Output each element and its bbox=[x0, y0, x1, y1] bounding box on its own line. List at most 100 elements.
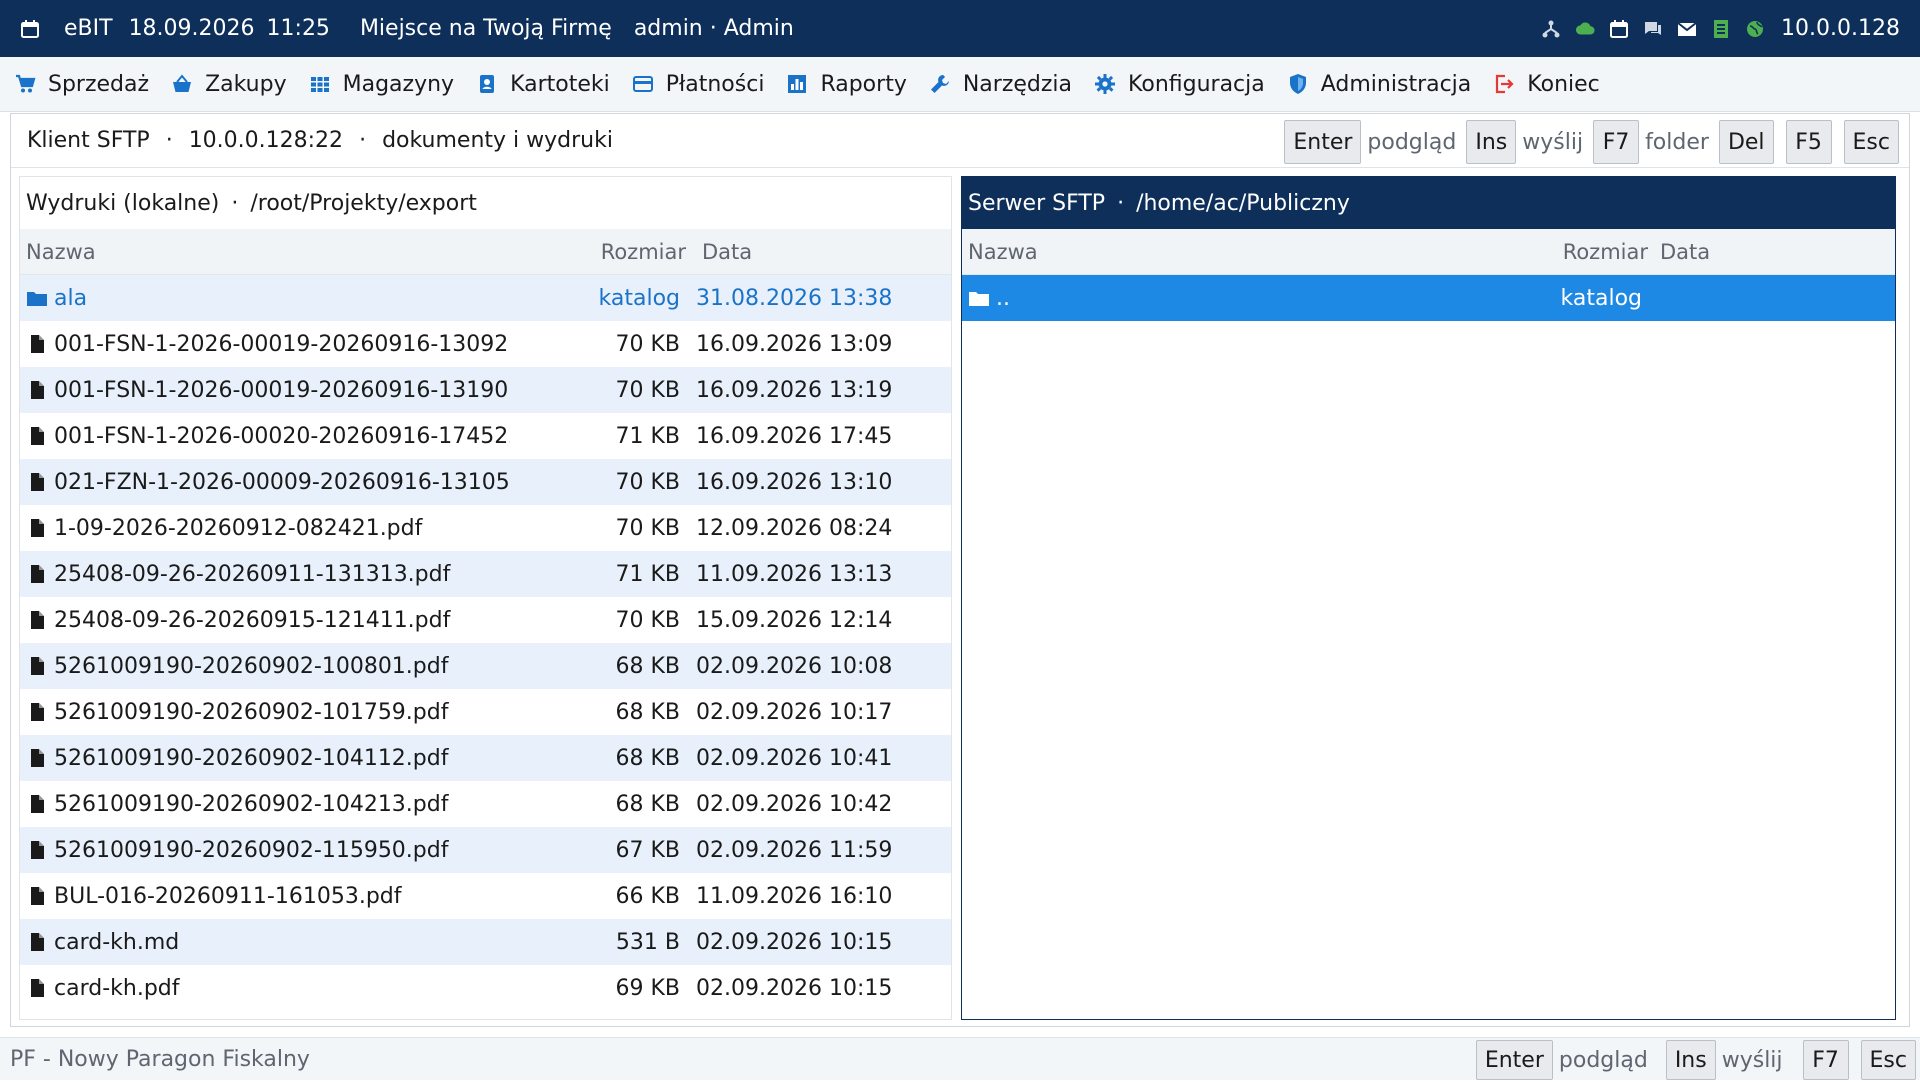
file-name: 5261009190-20260902-104112.pdf bbox=[54, 745, 449, 771]
menu-item-platnosci[interactable]: Płatności bbox=[632, 72, 764, 97]
folder-row[interactable]: ala katalog 31.08.2026 13:38 bbox=[20, 275, 951, 321]
row-name-cell: card-kh.md bbox=[20, 930, 510, 955]
company-name: Miejsce na Twoją Firmę bbox=[359, 16, 612, 41]
menu-label: Raporty bbox=[820, 71, 907, 97]
file-row[interactable]: BUL-016-20260911-161053.pdf 66 KB 11.09.20… bbox=[20, 873, 951, 919]
status-ins-key-button[interactable]: Ins bbox=[1665, 1040, 1716, 1080]
wrench-icon bbox=[930, 75, 949, 93]
remote-pane[interactable]: Serwer SFTP · /home/ac/Publiczny Nazwa R… bbox=[961, 176, 1896, 1020]
menu-item-konfiguracja[interactable]: Konfiguracja bbox=[1094, 72, 1265, 97]
calendar-app-icon[interactable] bbox=[20, 19, 40, 39]
menu-item-magazyny[interactable]: Magazyny bbox=[309, 72, 454, 97]
globe-icon[interactable] bbox=[1745, 19, 1765, 39]
status-enter-key-button[interactable]: Enter bbox=[1475, 1040, 1553, 1080]
main-menu: Sprzedaż Zakupy Magazyny Kartoteki Płatn… bbox=[0, 57, 1920, 112]
chat-icon[interactable] bbox=[1643, 19, 1663, 39]
column-date[interactable]: Data bbox=[1648, 240, 1710, 264]
menu-label: Koniec bbox=[1527, 71, 1600, 97]
cloud-icon[interactable] bbox=[1575, 19, 1595, 39]
file-row[interactable]: card-kh.md 531 B 02.09.2026 10:15 bbox=[20, 919, 951, 965]
row-name-cell: 5261009190-20260902-100801.pdf bbox=[20, 654, 510, 679]
del-key-button[interactable]: Del bbox=[1718, 120, 1774, 164]
top-bar: eBIT 18.09.2026 11:25 Miejsce na Twoją F… bbox=[0, 0, 1920, 57]
contact-card-icon bbox=[480, 75, 495, 93]
file-row[interactable]: 021-FZN-1-2026-00009-20260916-131057.p 70… bbox=[20, 459, 951, 505]
folder-row[interactable]: .. katalog bbox=[962, 275, 1895, 321]
file-row[interactable]: 5261009190-20260902-100801.pdf 68 KB 02.09… bbox=[20, 643, 951, 689]
enter-key-button[interactable]: Enter bbox=[1284, 120, 1362, 164]
file-size: 70 KB bbox=[615, 515, 680, 541]
file-row[interactable]: 25408-09-26-20260915-121411.pdf 70 KB 15.0… bbox=[20, 597, 951, 643]
row-name-cell: 25408-09-26-20260915-121411.pdf bbox=[20, 608, 510, 633]
menu-label: Sprzedaż bbox=[48, 71, 150, 97]
menu-item-zakupy[interactable]: Zakupy bbox=[171, 72, 287, 97]
file-date: 02.09.2026 10:17 bbox=[696, 699, 893, 725]
file-date: 16.09.2026 17:45 bbox=[696, 423, 893, 449]
file-size: 70 KB bbox=[615, 377, 680, 403]
status-f7-key-button[interactable]: F7 bbox=[1802, 1040, 1849, 1080]
file-row[interactable]: 5261009190-20260902-104112.pdf 68 KB 02.09… bbox=[20, 735, 951, 781]
mail-icon[interactable] bbox=[1677, 19, 1697, 39]
file-row[interactable]: 1-09-2026-20260912-082421.pdf 70 KB 12.09.… bbox=[20, 505, 951, 551]
menu-item-narzedzia[interactable]: Narzędzia bbox=[929, 72, 1072, 97]
file-size: 66 KB bbox=[615, 883, 680, 909]
file-name: 5261009190-20260902-101759.pdf bbox=[54, 699, 449, 725]
column-date[interactable]: Data bbox=[686, 240, 752, 264]
menu-item-sprzedaz[interactable]: Sprzedaż bbox=[14, 72, 149, 97]
row-name-cell: 001-FSN-1-2026-00019-20260916-130921.p bbox=[20, 332, 510, 357]
menu-item-kartoteki[interactable]: Kartoteki bbox=[476, 72, 610, 97]
menu-label: Zakupy bbox=[205, 71, 287, 97]
file-row[interactable]: card-kh.pdf 69 KB 02.09.2026 10:15 bbox=[20, 965, 951, 1011]
status-esc-key-button[interactable]: Esc bbox=[1860, 1040, 1916, 1080]
file-size: 67 KB bbox=[615, 837, 680, 863]
file-row[interactable]: 25408-09-26-20260911-131313.pdf 71 KB 11.0… bbox=[20, 551, 951, 597]
separator: · bbox=[359, 128, 367, 153]
menu-label: Konfiguracja bbox=[1128, 71, 1265, 97]
menu-item-raporty[interactable]: Raporty bbox=[786, 71, 907, 97]
column-size[interactable]: Rozmiar bbox=[1538, 240, 1648, 264]
menu-item-koniec[interactable]: Koniec bbox=[1493, 71, 1600, 97]
row-name-cell: 001-FSN-1-2026-00019-20260916-131901.p bbox=[20, 378, 510, 403]
file-date: 11.09.2026 13:13 bbox=[696, 561, 893, 587]
remote-column-header: Nazwa Rozmiar Data bbox=[962, 229, 1895, 275]
separator: · bbox=[231, 190, 239, 216]
remote-file-list: .. katalog bbox=[962, 275, 1895, 321]
file-row[interactable]: 001-FSN-1-2026-00019-20260916-131901.p 70… bbox=[20, 367, 951, 413]
calendar-icon[interactable] bbox=[1609, 19, 1629, 39]
column-name[interactable]: Nazwa bbox=[962, 240, 1538, 264]
ins-key-button[interactable]: Ins bbox=[1466, 120, 1517, 164]
column-size[interactable]: Rozmiar bbox=[516, 240, 686, 264]
file-row[interactable]: 001-FSN-1-2026-00020-20260916-174522.p 71… bbox=[20, 413, 951, 459]
file-size: 71 KB bbox=[615, 423, 680, 449]
menu-item-administracja[interactable]: Administracja bbox=[1287, 72, 1471, 97]
network-icon[interactable] bbox=[1541, 19, 1561, 39]
file-name: .. bbox=[996, 285, 1010, 311]
file-icon bbox=[26, 839, 48, 861]
file-row[interactable]: 5261009190-20260902-115950.pdf 67 KB 02.09… bbox=[20, 827, 951, 873]
remote-path: /home/ac/Publiczny bbox=[1136, 190, 1350, 216]
esc-key-button[interactable]: Esc bbox=[1843, 120, 1899, 164]
file-row[interactable]: 001-FSN-1-2026-00019-20260916-130921.p 70… bbox=[20, 321, 951, 367]
local-pane[interactable]: Wydruki (lokalne) · /root/Projekty/expor… bbox=[19, 176, 952, 1020]
file-icon bbox=[26, 655, 48, 677]
file-row[interactable]: 5261009190-20260902-104213.pdf 68 KB 02.09… bbox=[20, 781, 951, 827]
file-row[interactable]: 5261009190-20260902-101759.pdf 68 KB 02.09… bbox=[20, 689, 951, 735]
user-label[interactable]: admin · Admin bbox=[634, 16, 794, 41]
file-size: 69 KB bbox=[615, 975, 680, 1001]
file-size: 70 KB bbox=[615, 469, 680, 495]
file-name: 25408-09-26-20260911-131313.pdf bbox=[54, 561, 451, 587]
credit-card-icon bbox=[632, 76, 653, 92]
row-name-cell: ala bbox=[20, 286, 510, 311]
column-name[interactable]: Nazwa bbox=[20, 240, 516, 264]
basket-icon bbox=[173, 74, 192, 92]
file-size: 70 KB bbox=[615, 331, 680, 357]
ip-address: 10.0.0.128 bbox=[1781, 16, 1900, 41]
f5-key-button[interactable]: F5 bbox=[1785, 120, 1832, 164]
exit-icon bbox=[1496, 74, 1514, 94]
file-date: 02.09.2026 10:15 bbox=[696, 929, 893, 955]
file-date: 02.09.2026 10:08 bbox=[696, 653, 893, 679]
file-size: 71 KB bbox=[615, 561, 680, 587]
sftp-client-window: Klient SFTP · 10.0.0.128:22 · dokumenty … bbox=[10, 113, 1910, 1027]
notes-icon[interactable] bbox=[1711, 19, 1731, 39]
f7-key-button[interactable]: F7 bbox=[1593, 120, 1640, 164]
